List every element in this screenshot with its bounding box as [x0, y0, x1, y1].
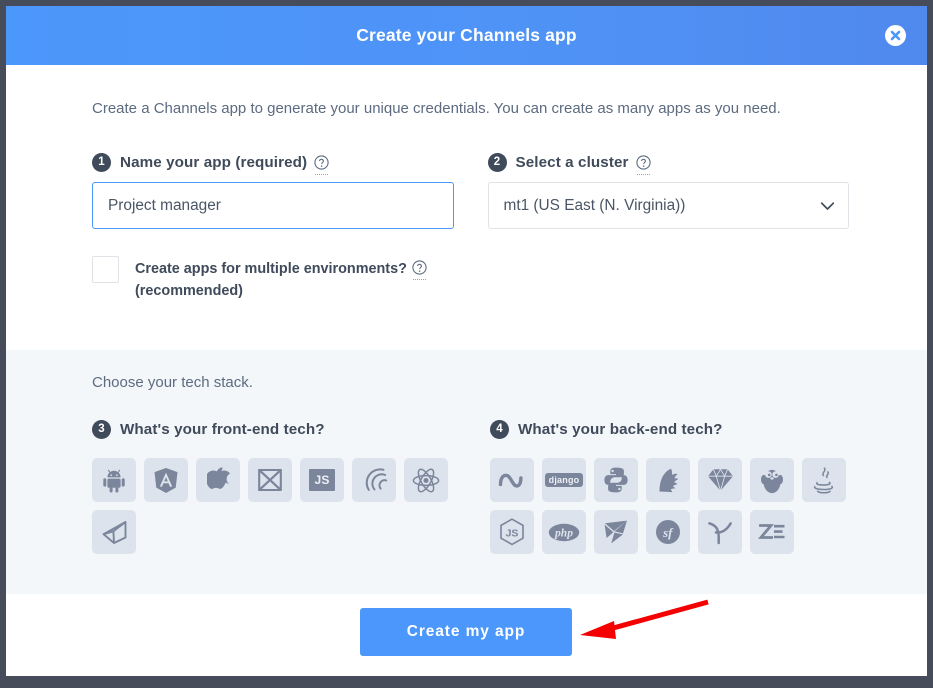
angular-icon[interactable] — [144, 458, 188, 502]
django-icon[interactable]: django — [542, 458, 586, 502]
step-1-label: 1 Name your app (required) — [92, 151, 454, 175]
unity-icon[interactable] — [92, 510, 136, 554]
question-mark-icon[interactable] — [412, 260, 427, 280]
php-icon[interactable]: php — [542, 510, 586, 554]
multiple-environments-label-line2: (recommended) — [135, 283, 243, 299]
apple-icon[interactable] — [196, 458, 240, 502]
svg-text:php: php — [554, 527, 573, 539]
javascript-label: JS — [309, 469, 335, 491]
ruby-icon[interactable] — [698, 458, 742, 502]
jquery-icon[interactable] — [352, 458, 396, 502]
step-2-label: 2 Select a cluster — [487, 151, 850, 175]
javascript-icon[interactable]: JS — [300, 458, 344, 502]
nodejs-icon[interactable]: JS — [490, 510, 534, 554]
field-app-name: 1 Name your app (required) — [92, 151, 454, 229]
android-icon[interactable] — [92, 458, 136, 502]
question-mark-icon[interactable] — [635, 154, 651, 175]
modal-title: Create your Channels app — [356, 25, 577, 45]
tech-stack-columns: 3 What's your front-end tech? JS 4 What'… — [6, 418, 927, 554]
dotnet-icon[interactable] — [490, 458, 534, 502]
python-icon[interactable] — [594, 458, 638, 502]
phoenix-icon[interactable] — [594, 510, 638, 554]
spring-icon[interactable] — [698, 510, 742, 554]
cluster-select[interactable]: mt1 (US East (N. Virginia)) — [487, 182, 849, 229]
backend-tech-grid: django JS php sf — [490, 458, 846, 554]
cluster-select-wrap: mt1 (US East (N. Virginia)) — [487, 182, 849, 229]
backbone-icon[interactable] — [248, 458, 292, 502]
step-1-text: Name your app (required) — [120, 153, 308, 171]
step-4-text: What's your back-end tech? — [518, 420, 723, 438]
react-icon[interactable] — [404, 458, 448, 502]
symfony-icon[interactable]: sf — [646, 510, 690, 554]
multiple-environments-label: Create apps for multiple environments? (… — [135, 256, 427, 302]
step-4-badge: 4 — [490, 419, 509, 439]
fields-row: 1 Name your app (required) Project manag… — [6, 151, 927, 229]
app-name-input[interactable] — [92, 182, 454, 229]
frontend-tech-grid: JS — [92, 458, 448, 554]
tech-stack-section: Choose your tech stack. 3 What's your fr… — [6, 350, 927, 594]
modal-body-top: Create a Channels app to generate your u… — [6, 65, 927, 350]
field-cluster: 2 Select a cluster mt1 (US East (N. Virg… — [487, 151, 850, 229]
step-3-badge: 3 — [92, 419, 111, 439]
svg-text:sf: sf — [662, 525, 674, 540]
intro-text: Create a Channels app to generate your u… — [92, 100, 781, 117]
step-3-label: 3 What's your front-end tech? — [92, 418, 490, 440]
page-root: Create your Channels app Create a Channe… — [0, 0, 933, 688]
multiple-environments-row: Create apps for multiple environments? (… — [92, 256, 492, 302]
step-2-badge: 2 — [487, 152, 507, 172]
multiple-environments-checkbox[interactable] — [92, 256, 119, 283]
step-2-text: Select a cluster — [515, 153, 629, 171]
multiple-environments-label-line1: Create apps for multiple environments? — [135, 261, 407, 277]
step-3-text: What's your front-end tech? — [120, 420, 325, 438]
frontend-column: 3 What's your front-end tech? JS — [92, 418, 490, 554]
java-icon[interactable] — [802, 458, 846, 502]
backend-column: 4 What's your back-end tech? django JS p… — [490, 418, 888, 554]
django-label: django — [544, 473, 584, 487]
tech-stack-intro: Choose your tech stack. — [92, 374, 253, 391]
svg-text:JS: JS — [506, 528, 519, 540]
step-4-label: 4 What's your back-end tech? — [490, 418, 888, 440]
create-my-app-button[interactable]: Create my app — [360, 608, 572, 656]
go-icon[interactable] — [750, 458, 794, 502]
close-icon[interactable] — [885, 25, 906, 46]
question-mark-icon[interactable] — [314, 154, 329, 175]
zend-icon[interactable] — [750, 510, 794, 554]
modal-header: Create your Channels app — [6, 6, 927, 65]
modal-footer: Create my app — [6, 594, 927, 676]
create-app-modal: Create your Channels app Create a Channe… — [6, 6, 927, 676]
step-1-badge: 1 — [92, 152, 111, 172]
laravel-icon[interactable] — [646, 458, 690, 502]
